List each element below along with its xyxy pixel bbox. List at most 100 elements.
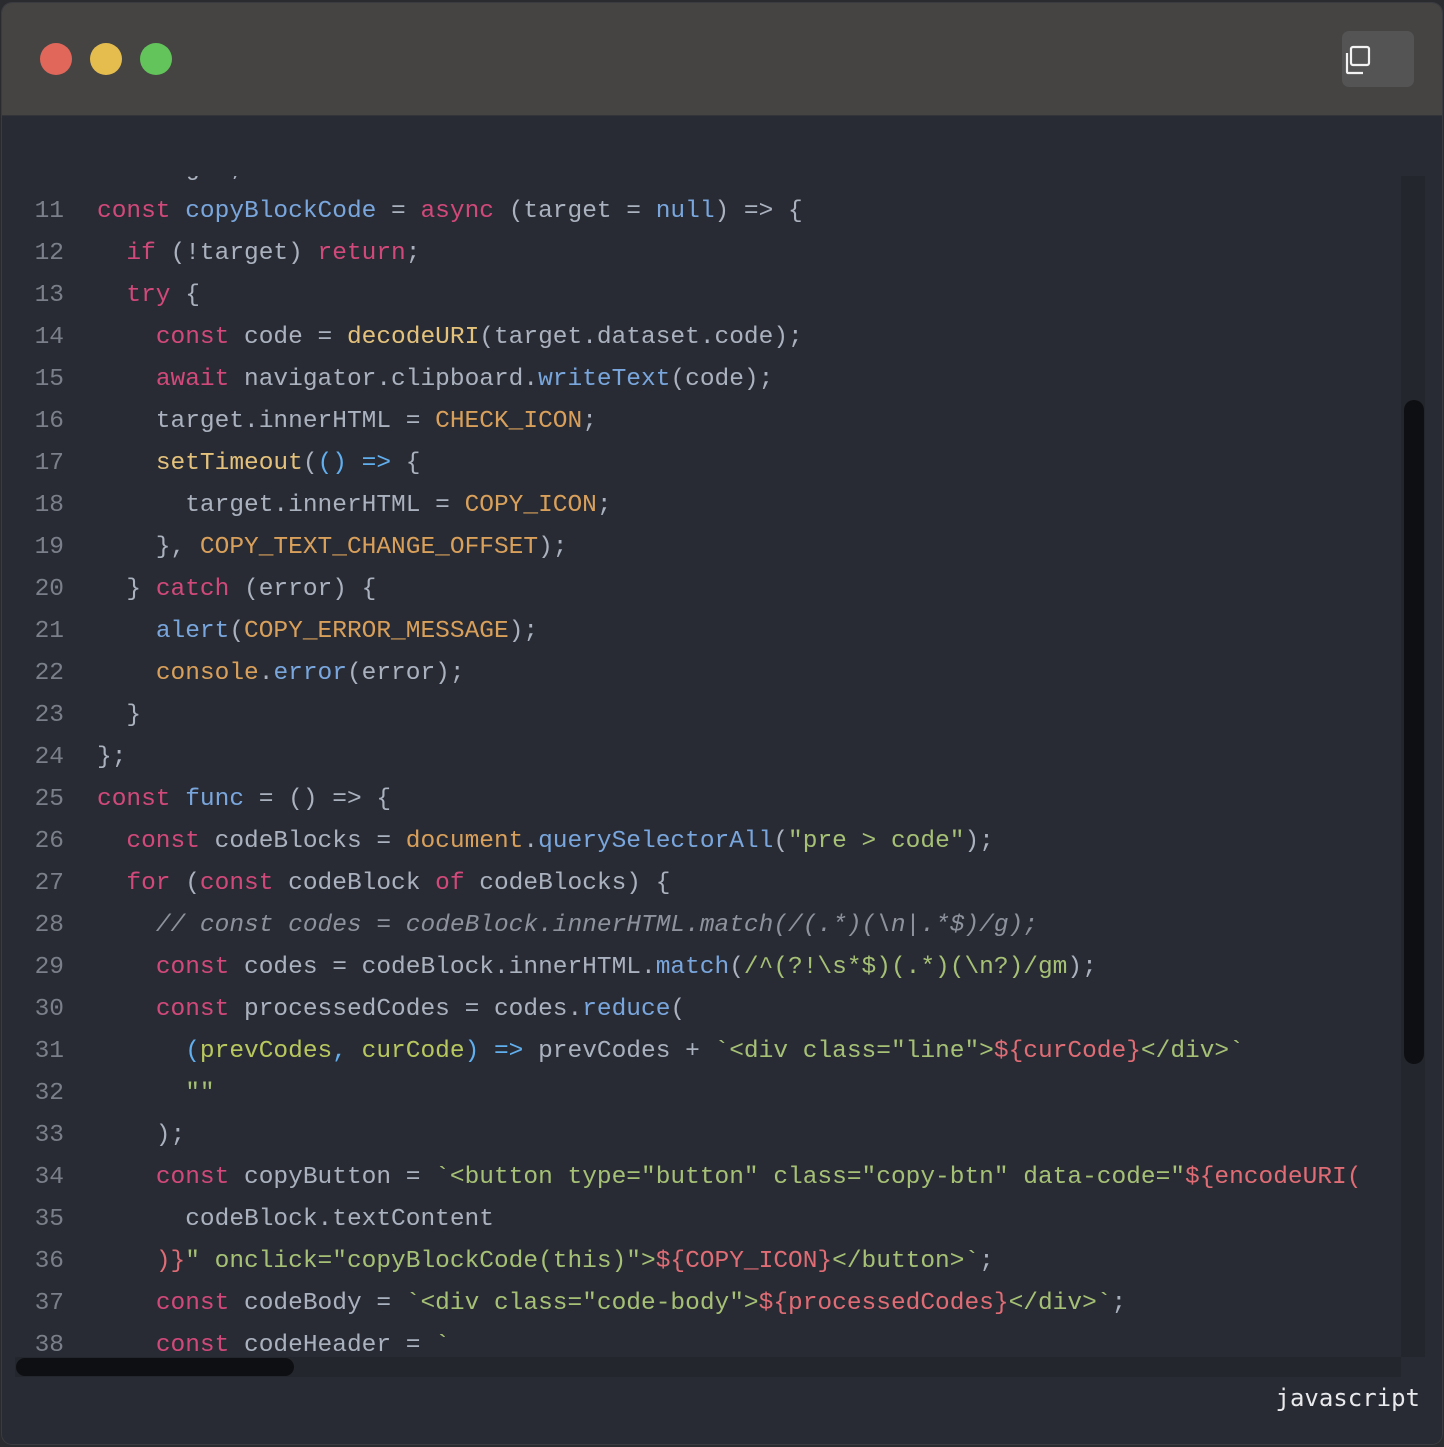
code-token: }	[97, 702, 142, 729]
code-token: setTimeout	[155, 450, 303, 477]
line-number: 17	[34, 450, 64, 477]
line-source: console.error(error);	[97, 653, 465, 695]
line-source: }	[97, 695, 141, 737]
code-token: (	[773, 828, 789, 855]
line-source: )}" onclick="copyBlockCode(this)">${COPY…	[97, 1241, 994, 1283]
title-bar	[2, 3, 1442, 116]
line-source: target.innerHTML = CHECK_ICON;	[97, 401, 597, 443]
code-token: if	[126, 240, 171, 267]
minimize-button[interactable]	[90, 43, 122, 75]
code-token: `<button type="button" class="copy-btn" …	[435, 1164, 1185, 1191]
language-label: javascript	[1275, 1384, 1421, 1412]
code-token: `<div class="code-body">	[405, 1290, 759, 1317]
code-token: null	[655, 198, 715, 225]
horizontal-scrollbar-thumb[interactable]	[16, 1358, 294, 1376]
line-number: 29	[34, 954, 64, 981]
line-number: 19	[34, 534, 64, 561]
line-source: alert(COPY_ERROR_MESSAGE);	[97, 611, 538, 653]
code-token: const	[155, 1290, 245, 1317]
code-token: = () => {	[244, 786, 392, 813]
code-token: .	[258, 660, 274, 687]
line-source: target.innerHTML = COPY_ICON;	[97, 485, 612, 527]
code-token: {	[185, 282, 200, 309]
code-token: " onclick="copyBlockCode(this)">	[185, 1248, 656, 1275]
line-number: 30	[34, 996, 64, 1023]
code-token: (	[302, 450, 318, 477]
code-token: target.innerHTML =	[97, 492, 465, 519]
line-number: 35	[34, 1206, 64, 1233]
line-number: 26	[34, 828, 64, 855]
code-token: match	[655, 954, 730, 981]
code-token: ;	[596, 492, 612, 519]
code-token: document	[405, 828, 524, 855]
code-token: for	[126, 870, 186, 897]
line-source: const copyButton = `<button type="button…	[97, 1157, 1362, 1199]
code-token: ,	[332, 1038, 362, 1065]
code-token: }	[97, 576, 156, 603]
line-number: 10	[0, 176, 64, 191]
line-number: 32	[34, 1080, 64, 1107]
code-token: alert	[155, 618, 230, 645]
code-token: );	[538, 534, 568, 561]
code-token: prevCodes	[199, 1038, 333, 1065]
line-source: }, COPY_TEXT_CHANGE_OFFSET);	[97, 527, 568, 569]
line-number: 12	[34, 240, 64, 267]
code-token: const	[97, 786, 186, 813]
line-source: const copyBlockCode = async (target = nu…	[97, 191, 803, 233]
line-source: const codes = codeBlock.innerHTML.match(…	[97, 947, 1097, 989]
line-number: 20	[34, 576, 64, 603]
line-number: 23	[34, 702, 64, 729]
code-token: );	[97, 1122, 186, 1149]
line-source: for (const codeBlock of codeBlocks) {	[97, 863, 670, 905]
code-token: )}	[155, 1248, 186, 1275]
code-token: await	[155, 366, 245, 393]
code-token: try	[126, 282, 186, 309]
code-token: ${processedCodes}	[758, 1290, 1009, 1317]
line-source: const code = decodeURI(target.dataset.co…	[97, 317, 803, 359]
code-token: codeBlocks =	[214, 828, 406, 855]
code-token: (error) {	[244, 576, 377, 603]
copy-button[interactable]	[1342, 31, 1414, 87]
code-token: </svg>`;	[97, 176, 244, 183]
code-token: codeBody =	[244, 1290, 406, 1317]
code-token: ;	[582, 408, 597, 435]
code-token: navigator.clipboard.	[244, 366, 539, 393]
line-number: 37	[34, 1290, 64, 1317]
code-token: </div>`	[1008, 1290, 1112, 1317]
line-number: 16	[34, 408, 64, 435]
code-token: async	[420, 198, 509, 225]
code-token: (error);	[346, 660, 465, 687]
code-token: of	[435, 870, 480, 897]
line-source: );	[97, 1115, 185, 1157]
code-token: catch	[155, 576, 245, 603]
code-token: COPY_TEXT_CHANGE_OFFSET	[199, 534, 539, 561]
line-source: const codeHeader = `	[97, 1325, 450, 1357]
code-token: const	[155, 324, 245, 351]
line-source: ""	[97, 1073, 214, 1115]
code-token: return	[317, 240, 406, 267]
code-body[interactable]: 10 </svg>`; 11 const copyBlockCode = async…	[0, 176, 1401, 1357]
code-token: ${curCode}	[993, 1038, 1141, 1065]
line-source: </svg>`;	[97, 176, 244, 191]
line-number: 34	[34, 1164, 64, 1191]
maximize-button[interactable]	[140, 43, 172, 75]
code-token: code =	[244, 324, 347, 351]
close-button[interactable]	[40, 43, 72, 75]
code-token: processedCodes = codes.	[244, 996, 583, 1023]
code-token: writeText	[538, 366, 671, 393]
vertical-scrollbar-thumb[interactable]	[1404, 400, 1424, 1064]
code-token: (	[185, 870, 200, 897]
code-token: const	[155, 996, 245, 1023]
code-token: const	[155, 954, 245, 981]
line-source: if (!target) return;	[97, 233, 420, 275]
code-token: error	[273, 660, 347, 687]
code-token: },	[97, 534, 200, 561]
